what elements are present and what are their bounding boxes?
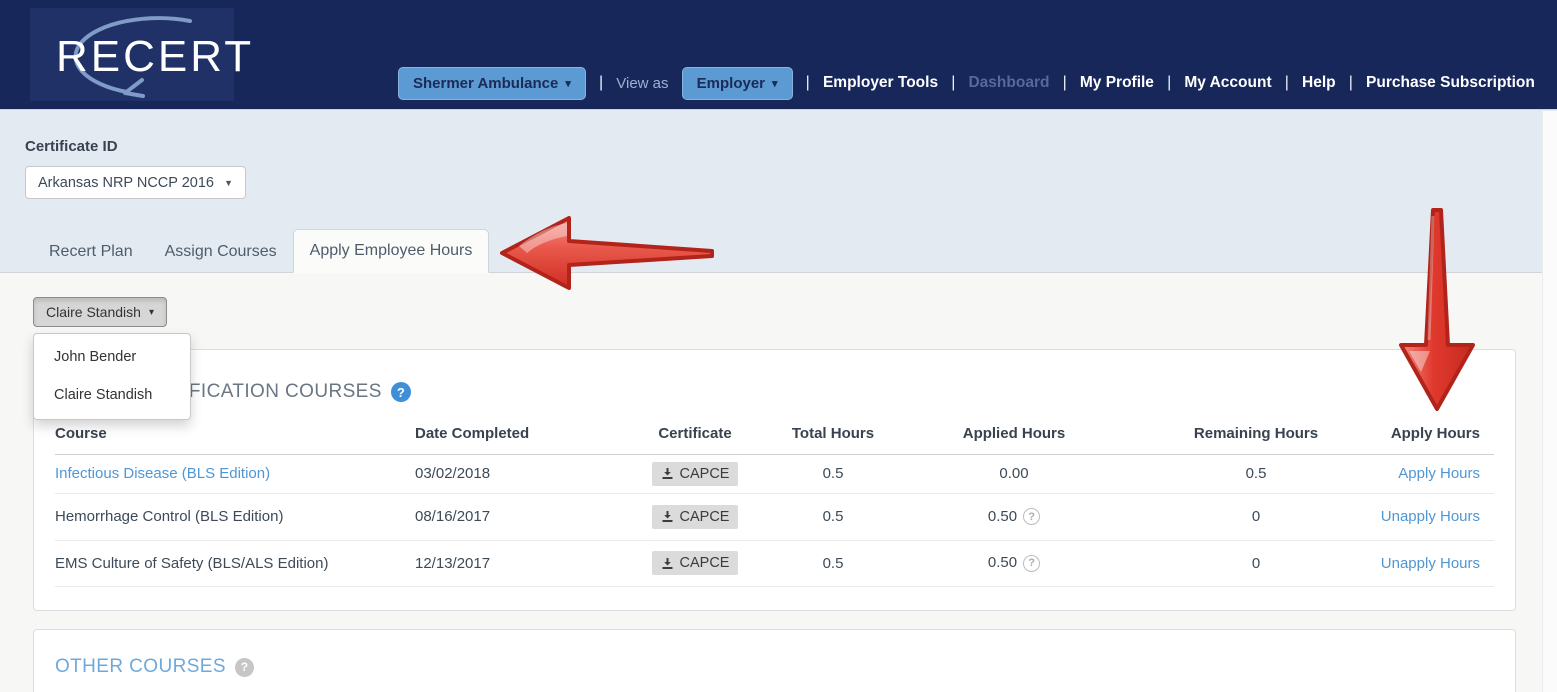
menu-item-claire-standish[interactable]: Claire Standish <box>34 377 190 415</box>
organization-dropdown[interactable]: Shermer Ambulance ▾ <box>398 67 586 100</box>
applied-hours: 0.50 <box>988 508 1017 525</box>
total-hours: 0.5 <box>823 508 844 525</box>
download-icon <box>661 557 674 570</box>
date-completed: 08/16/2017 <box>415 508 490 525</box>
role-dropdown[interactable]: Employer ▾ <box>682 67 793 100</box>
certificate-id-label: Certificate ID <box>25 138 118 155</box>
certificate-id-value: Arkansas NRP NCCP 2016 <box>38 175 214 191</box>
nav-separator: | <box>1349 74 1353 92</box>
download-icon <box>661 467 674 480</box>
apply-hours-link[interactable]: Apply Hours <box>1398 465 1480 482</box>
date-completed: 03/02/2018 <box>415 465 490 482</box>
top-navigation-bar: RECERT Shermer Ambulance ▾ | View as Emp… <box>0 0 1557 110</box>
nav-my-account[interactable]: My Account <box>1184 74 1271 92</box>
nav-separator: | <box>599 74 603 92</box>
unapply-hours-link[interactable]: Unapply Hours <box>1381 555 1480 572</box>
main-nav: Shermer Ambulance ▾ | View as Employer ▾… <box>398 60 1535 106</box>
recert-courses-table: Course Date Completed Certificate Total … <box>55 414 1494 587</box>
remaining-hours: 0 <box>1252 555 1260 572</box>
scrollbar[interactable] <box>1542 111 1557 692</box>
capce-certificate-download-button[interactable]: CAPCE <box>652 462 739 486</box>
applied-hours-help-icon[interactable]: ? <box>1023 508 1040 525</box>
column-header-date-completed: Date Completed <box>415 414 605 454</box>
menu-item-john-bender[interactable]: John Bender <box>34 339 190 377</box>
nav-separator: | <box>1285 74 1289 92</box>
total-hours: 0.5 <box>823 465 844 482</box>
brand-name: RECERT <box>56 32 254 82</box>
column-header-certificate: Certificate <box>605 414 785 454</box>
view-as-label: View as <box>616 75 668 92</box>
employee-dropdown-menu: John Bender Claire Standish <box>33 333 191 420</box>
capce-certificate-download-button[interactable]: CAPCE <box>652 505 739 529</box>
remaining-hours: 0 <box>1252 508 1260 525</box>
page: RECERT Shermer Ambulance ▾ | View as Emp… <box>0 0 1557 692</box>
certificate-section: Certificate ID Arkansas NRP NCCP 2016 ▼ … <box>0 110 1557 273</box>
help-icon[interactable]: ? <box>391 382 411 402</box>
chevron-down-icon: ▾ <box>565 77 571 90</box>
help-icon[interactable]: ? <box>235 658 254 677</box>
nav-purchase-subscription[interactable]: Purchase Subscription <box>1366 74 1535 92</box>
nav-separator: | <box>1063 74 1067 92</box>
ems-recertification-courses-card: EMS RECERTIFICATION COURSES ? Course Dat… <box>33 349 1516 611</box>
organization-dropdown-label: Shermer Ambulance <box>413 75 558 92</box>
total-hours: 0.5 <box>823 555 844 572</box>
tab-bar: Recert Plan Assign Courses Apply Employe… <box>33 229 489 273</box>
date-completed: 12/13/2017 <box>415 555 490 572</box>
other-courses-card: OTHER COURSES ? <box>33 629 1516 692</box>
unapply-hours-link[interactable]: Unapply Hours <box>1381 508 1480 525</box>
nav-dashboard[interactable]: Dashboard <box>968 74 1049 92</box>
table-row: Hemorrhage Control (BLS Edition) 08/16/2… <box>55 493 1494 540</box>
applied-hours: 0.50 <box>988 554 1017 571</box>
column-header-remaining-hours: Remaining Hours <box>1147 414 1365 454</box>
nav-employer-tools[interactable]: Employer Tools <box>823 74 938 92</box>
certificate-id-select[interactable]: Arkansas NRP NCCP 2016 ▼ <box>25 166 246 199</box>
chevron-down-icon: ▾ <box>772 77 778 90</box>
nav-separator: | <box>806 74 810 92</box>
applied-hours: 0.00 <box>999 465 1028 482</box>
column-header-total-hours: Total Hours <box>785 414 881 454</box>
nav-separator: | <box>951 74 955 92</box>
applied-hours-help-icon[interactable]: ? <box>1023 555 1040 572</box>
column-header-apply-hours: Apply Hours <box>1365 414 1494 454</box>
table-row: EMS Culture of Safety (BLS/ALS Edition) … <box>55 540 1494 586</box>
column-header-applied-hours: Applied Hours <box>881 414 1147 454</box>
tab-assign-courses[interactable]: Assign Courses <box>149 231 293 273</box>
table-row: Infectious Disease (BLS Edition) 03/02/2… <box>55 454 1494 493</box>
chevron-down-icon: ▾ <box>149 307 154 318</box>
tab-apply-employee-hours[interactable]: Apply Employee Hours <box>293 229 490 273</box>
role-dropdown-label: Employer <box>697 75 765 92</box>
capce-certificate-download-button[interactable]: CAPCE <box>652 551 739 575</box>
main-content: Claire Standish ▾ John Bender Claire Sta… <box>0 274 1557 692</box>
tab-recert-plan[interactable]: Recert Plan <box>33 231 149 273</box>
remaining-hours: 0.5 <box>1246 465 1267 482</box>
nav-separator: | <box>1167 74 1171 92</box>
recert-logo[interactable]: RECERT <box>30 8 234 101</box>
employee-dropdown-button[interactable]: Claire Standish ▾ <box>33 297 167 327</box>
course-link[interactable]: Infectious Disease (BLS Edition) <box>55 465 270 482</box>
nav-help[interactable]: Help <box>1302 74 1336 92</box>
select-caret-icon: ▼ <box>224 178 233 188</box>
course-name: EMS Culture of Safety (BLS/ALS Edition) <box>55 555 328 572</box>
employee-dropdown-selected: Claire Standish <box>46 304 141 320</box>
course-name: Hemorrhage Control (BLS Edition) <box>55 508 283 525</box>
nav-my-profile[interactable]: My Profile <box>1080 74 1154 92</box>
other-courses-title: OTHER COURSES <box>55 656 226 678</box>
download-icon <box>661 510 674 523</box>
